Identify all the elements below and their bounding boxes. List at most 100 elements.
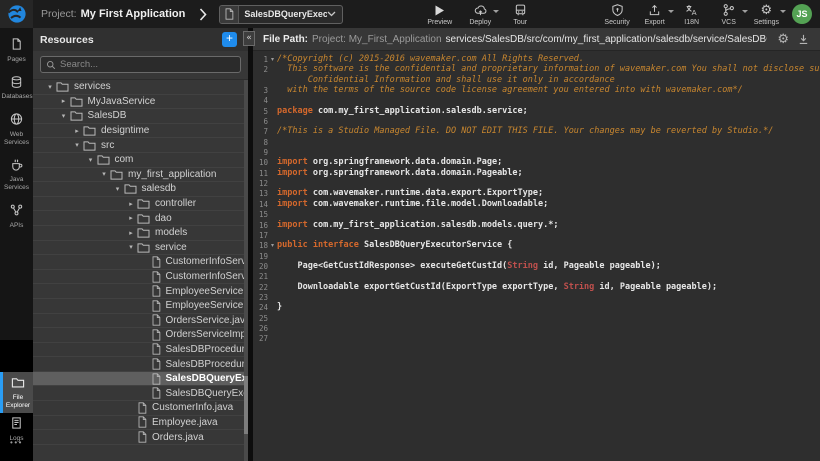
fold-spacer [268,323,277,333]
download-file-icon[interactable] [797,33,810,46]
code-line-text: /*Copyright (c) 2015-2016 wavemaker.com … [277,54,584,64]
vcs-label: VCS [722,19,736,26]
more-options-button[interactable]: ••• [0,438,33,447]
tree-item[interactable]: ▾ services [33,80,248,95]
tree-item[interactable]: ▾SalesDB [33,109,248,124]
tree-item[interactable]: ▾service [33,241,248,256]
caret-expanded-icon[interactable]: ▾ [72,141,82,149]
caret-collapsed-icon[interactable]: ▸ [126,229,136,237]
sidebar-item-databases[interactable]: Databases [0,72,33,105]
tree-item[interactable]: EmployeeServiceImpl.java [33,299,248,314]
caret-expanded-icon[interactable]: ▾ [99,170,109,178]
deploy-button[interactable]: Deploy [468,3,492,26]
vcs-button[interactable]: VCS [717,3,741,26]
tree-item[interactable]: CustomerInfoService.java [33,255,248,270]
tree-item[interactable]: CustomerInfoServiceImpl.java [33,270,248,285]
apis-icon [10,203,23,222]
code-editor[interactable]: 1▾/*Copyright (c) 2015-2016 wavemaker.co… [253,51,820,461]
line-number: 19 [253,251,268,261]
tree-item[interactable]: ▸dao [33,211,248,226]
tree-item-label: src [101,140,114,151]
collapse-panel-button[interactable]: « [243,31,255,46]
tree-item[interactable]: ▾salesdb [33,182,248,197]
tree-item[interactable]: ▸designtime [33,124,248,139]
sidebar-item-java-services[interactable]: Java Services [0,155,33,195]
search-input[interactable] [60,59,235,70]
caret-collapsed-icon[interactable]: ▸ [126,200,136,208]
tree-item-label: CustomerInfoServiceImpl.java [166,271,249,282]
tree-item[interactable]: Employee.java [33,416,248,431]
caret-collapsed-icon[interactable]: ▸ [59,97,69,105]
code-line: 2 This software is the confidential and … [253,64,820,74]
tree-item[interactable]: SalesDBProcedureExecutorServiceImpl.java [33,357,248,372]
tree-item[interactable]: CustomerInfo.java [33,401,248,416]
tree-item-label: controller [155,198,196,209]
fold-caret-icon[interactable]: ▾ [268,54,277,64]
line-number: 6 [253,116,268,126]
code-line: 16import com.my_first_application.salesd… [253,220,820,230]
open-file-dropdown[interactable]: SalesDBQueryExec... [219,5,343,24]
file-path-label: File Path: [263,34,308,45]
folder-icon [110,169,123,180]
editor-settings-gear-icon[interactable]: ⚙ [777,32,789,47]
sidebar-item-apis[interactable]: APIs [0,200,33,233]
tree-item[interactable]: ▸ controller [33,197,248,212]
sidebar-item-pages[interactable]: Pages [0,34,33,67]
fold-spacer [268,75,277,85]
tree-item[interactable]: ▸ models [33,226,248,241]
settings-button[interactable]: ⚙Settings [754,3,779,26]
export-button[interactable]: Export [643,3,667,26]
tree-item-label: services [74,81,111,92]
file-icon [151,256,161,268]
code-line: Confidential Information and shall use i… [253,75,820,85]
add-resource-button[interactable]: + [222,32,237,47]
code-line: 10import org.springframework.data.domain… [253,157,820,167]
tree-item[interactable]: ▾my_first_application [33,168,248,183]
i18n-button[interactable]: AI18N [680,3,704,26]
tree-item-label: models [155,227,187,238]
line-number: 2 [253,64,268,74]
i18n-icon: A [685,3,698,17]
code-line: 14import com.wavemaker.runtime.file.mode… [253,199,820,209]
caret-expanded-icon[interactable]: ▾ [45,83,55,91]
wavemaker-logo[interactable] [0,0,33,28]
tree-item[interactable]: OrdersServiceImpl.java [33,328,248,343]
tree-item[interactable]: OrdersService.java [33,314,248,329]
code-line-text: import org.springframework.data.domain.P… [277,168,523,178]
file-icon [151,329,161,341]
caret-expanded-icon[interactable]: ▾ [113,185,123,193]
tree-item-label: CustomerInfoService.java [166,256,249,267]
databases-icon [10,75,23,94]
tree-item[interactable]: EmployeeService.java [33,284,248,299]
fold-caret-icon[interactable]: ▾ [268,240,277,250]
fold-spacer [268,168,277,178]
tree-item-label: OrdersServiceImpl.java [166,329,249,340]
caret-expanded-icon[interactable]: ▾ [86,156,96,164]
caret-collapsed-icon[interactable]: ▸ [126,214,136,222]
tree-item[interactable]: Orders.java [33,430,248,445]
tree-item[interactable]: SalesDBQueryExecutorService.java [33,372,248,387]
tree-item-label: SalesDBProcedureExecutorServiceImpl.java [166,359,249,370]
tree-item[interactable]: ▾ src [33,138,248,153]
code-line: 22 Downloadable exportGetCustId(ExportTy… [253,282,820,292]
tree-item[interactable]: SalesDBQueryExecutorServiceImpl.java [33,386,248,401]
file-icon [151,314,161,326]
preview-button[interactable]: Preview [427,3,452,26]
caret-expanded-icon[interactable]: ▾ [59,112,69,120]
code-line-text: import com.wavemaker.runtime.file.model.… [277,199,548,209]
tree-item[interactable]: SalesDBProcedureExecutorService.java [33,343,248,358]
security-button[interactable]: Security [604,3,629,26]
user-avatar[interactable]: JS [792,4,812,24]
line-number: 13 [253,188,268,198]
tour-button[interactable]: Tour [508,3,532,26]
tree-item[interactable]: ▾com [33,153,248,168]
sidebar-item-web-services[interactable]: Web Services [0,109,33,149]
line-number: 7 [253,126,268,136]
topbar-actions-right: Security Export AI18N VCS ⚙Settings JS [604,3,812,26]
sidebar-item-file-explorer[interactable]: File Explorer [0,372,33,413]
left-rail: Pages Databases Web Services Java Services A… [0,28,33,461]
caret-collapsed-icon[interactable]: ▸ [72,127,82,135]
tree-item[interactable]: ▸MyJavaService [33,95,248,110]
deploy-label: Deploy [469,19,491,26]
caret-expanded-icon[interactable]: ▾ [126,243,136,251]
